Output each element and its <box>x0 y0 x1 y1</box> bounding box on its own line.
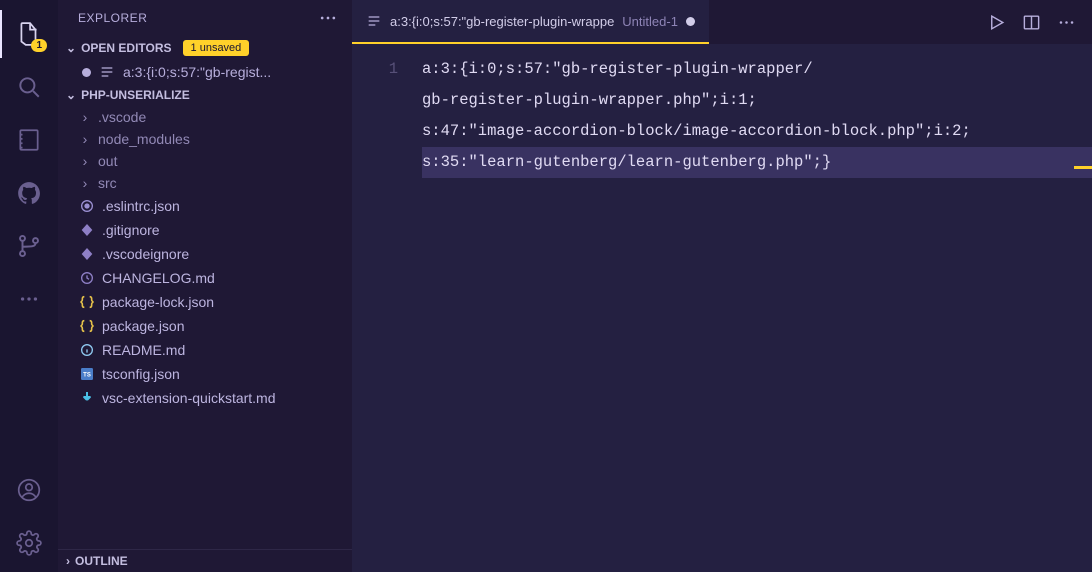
svg-text:TS: TS <box>83 373 91 379</box>
tab-title-primary: a:3:{i:0;s:57:"gb-register-plugin-wrappe <box>390 14 614 29</box>
tab-bar: a:3:{i:0;s:57:"gb-register-plugin-wrappe… <box>352 0 1092 44</box>
minimap-highlight <box>1074 166 1092 169</box>
open-editor-item[interactable]: a:3:{i:0;s:57:"gb-regist... <box>58 60 352 84</box>
activity-more[interactable] <box>5 275 53 323</box>
unsaved-dot-icon <box>82 68 91 77</box>
folder-item[interactable]: › .vscode <box>58 106 352 128</box>
folder-item[interactable]: › out <box>58 150 352 172</box>
sidebar-header: EXPLORER <box>58 0 352 36</box>
file-item[interactable]: TS tsconfig.json <box>58 362 352 386</box>
activity-outline[interactable] <box>5 116 53 164</box>
folder-item[interactable]: › node_modules <box>58 128 352 150</box>
target-icon <box>78 197 96 215</box>
folder-name: out <box>98 153 117 169</box>
code-line[interactable]: gb-register-plugin-wrapper.php";i:1; <box>422 85 1092 116</box>
outline-label: OUTLINE <box>75 554 128 568</box>
file-item[interactable]: .gitignore <box>58 218 352 242</box>
tab-active[interactable]: a:3:{i:0;s:57:"gb-register-plugin-wrappe… <box>352 0 709 44</box>
workspace-label: PHP-UNSERIALIZE <box>81 88 190 102</box>
file-item[interactable]: vsc-extension-quickstart.md <box>58 386 352 410</box>
more-icon[interactable] <box>318 8 338 28</box>
activity-account[interactable] <box>5 466 53 514</box>
unsaved-badge: 1 unsaved <box>183 40 250 56</box>
gear-icon <box>16 530 42 556</box>
file-name: tsconfig.json <box>102 366 180 382</box>
chevron-down-icon: ⌄ <box>66 88 76 102</box>
chevron-right-icon: › <box>78 175 92 191</box>
activity-bar: 1 <box>0 0 58 572</box>
search-icon <box>16 74 42 100</box>
file-name: .gitignore <box>102 222 160 238</box>
file-name: vsc-extension-quickstart.md <box>102 390 276 406</box>
more-icon[interactable] <box>1057 13 1076 32</box>
activity-explorer[interactable]: 1 <box>5 10 53 58</box>
braces-icon <box>78 293 96 311</box>
file-item[interactable]: package.json <box>58 314 352 338</box>
file-name: README.md <box>102 342 185 358</box>
arrow-down-icon <box>78 389 96 407</box>
open-editors-label: OPEN EDITORS <box>81 41 171 55</box>
sidebar-title: EXPLORER <box>78 11 147 25</box>
info-icon <box>78 341 96 359</box>
explorer-sidebar: EXPLORER ⌄ OPEN EDITORS 1 unsaved a:3:{i… <box>58 0 352 572</box>
file-name: package-lock.json <box>102 294 214 310</box>
folder-item[interactable]: › src <box>58 172 352 194</box>
ts-icon: TS <box>78 365 96 383</box>
code-line[interactable]: s:47:"image-accordion-block/image-accord… <box>422 116 1092 147</box>
file-name: package.json <box>102 318 185 334</box>
braces-icon <box>78 317 96 335</box>
code-lines[interactable]: a:3:{i:0;s:57:"gb-register-plugin-wrappe… <box>422 54 1092 572</box>
workspace-section[interactable]: ⌄ PHP-UNSERIALIZE <box>58 84 352 106</box>
code-line[interactable]: s:35:"learn-gutenberg/learn-gutenberg.ph… <box>422 147 1092 178</box>
list-icon <box>366 13 382 29</box>
chevron-right-icon: › <box>66 554 70 568</box>
file-item[interactable]: .eslintrc.json <box>58 194 352 218</box>
chevron-right-icon: › <box>78 131 92 147</box>
file-item[interactable]: README.md <box>58 338 352 362</box>
account-icon <box>16 477 42 503</box>
editor-content[interactable]: 1 a:3:{i:0;s:57:"gb-register-plugin-wrap… <box>352 44 1092 572</box>
play-icon[interactable] <box>987 13 1006 32</box>
diamond-icon <box>78 245 96 263</box>
editor-area: a:3:{i:0;s:57:"gb-register-plugin-wrappe… <box>352 0 1092 572</box>
clock-icon <box>78 269 96 287</box>
unsaved-dot-icon <box>686 17 695 26</box>
line-number: 1 <box>352 54 398 85</box>
file-name: .vscodeignore <box>102 246 189 262</box>
outline-section[interactable]: › OUTLINE <box>58 549 352 572</box>
activity-settings[interactable] <box>5 519 53 567</box>
gutter: 1 <box>352 54 422 572</box>
open-editors-section[interactable]: ⌄ OPEN EDITORS 1 unsaved <box>58 36 352 60</box>
chevron-right-icon: › <box>78 109 92 125</box>
explorer-badge: 1 <box>31 39 47 52</box>
chevron-down-icon: ⌄ <box>66 41 76 55</box>
tab-title-secondary: Untitled-1 <box>622 14 678 29</box>
folder-name: src <box>98 175 117 191</box>
file-item[interactable]: package-lock.json <box>58 290 352 314</box>
github-icon <box>16 180 42 206</box>
folder-name: .vscode <box>98 109 146 125</box>
split-icon[interactable] <box>1022 13 1041 32</box>
tab-actions <box>987 13 1092 32</box>
file-tree: › .vscode › node_modules › out › src .eslintrc.j… <box>58 106 352 410</box>
notebook-icon <box>16 127 42 153</box>
file-item[interactable]: .vscodeignore <box>58 242 352 266</box>
list-icon <box>99 64 115 80</box>
chevron-right-icon: › <box>78 153 92 169</box>
code-line[interactable]: a:3:{i:0;s:57:"gb-register-plugin-wrappe… <box>422 54 1092 85</box>
diamond-icon <box>78 221 96 239</box>
activity-sourcecontrol[interactable] <box>5 222 53 270</box>
activity-search[interactable] <box>5 63 53 111</box>
git-branch-icon <box>16 233 42 259</box>
more-icon <box>18 288 40 310</box>
activity-github[interactable] <box>5 169 53 217</box>
file-name: .eslintrc.json <box>102 198 180 214</box>
file-item[interactable]: CHANGELOG.md <box>58 266 352 290</box>
file-name: CHANGELOG.md <box>102 270 215 286</box>
open-editor-name: a:3:{i:0;s:57:"gb-regist... <box>123 64 271 80</box>
folder-name: node_modules <box>98 131 190 147</box>
